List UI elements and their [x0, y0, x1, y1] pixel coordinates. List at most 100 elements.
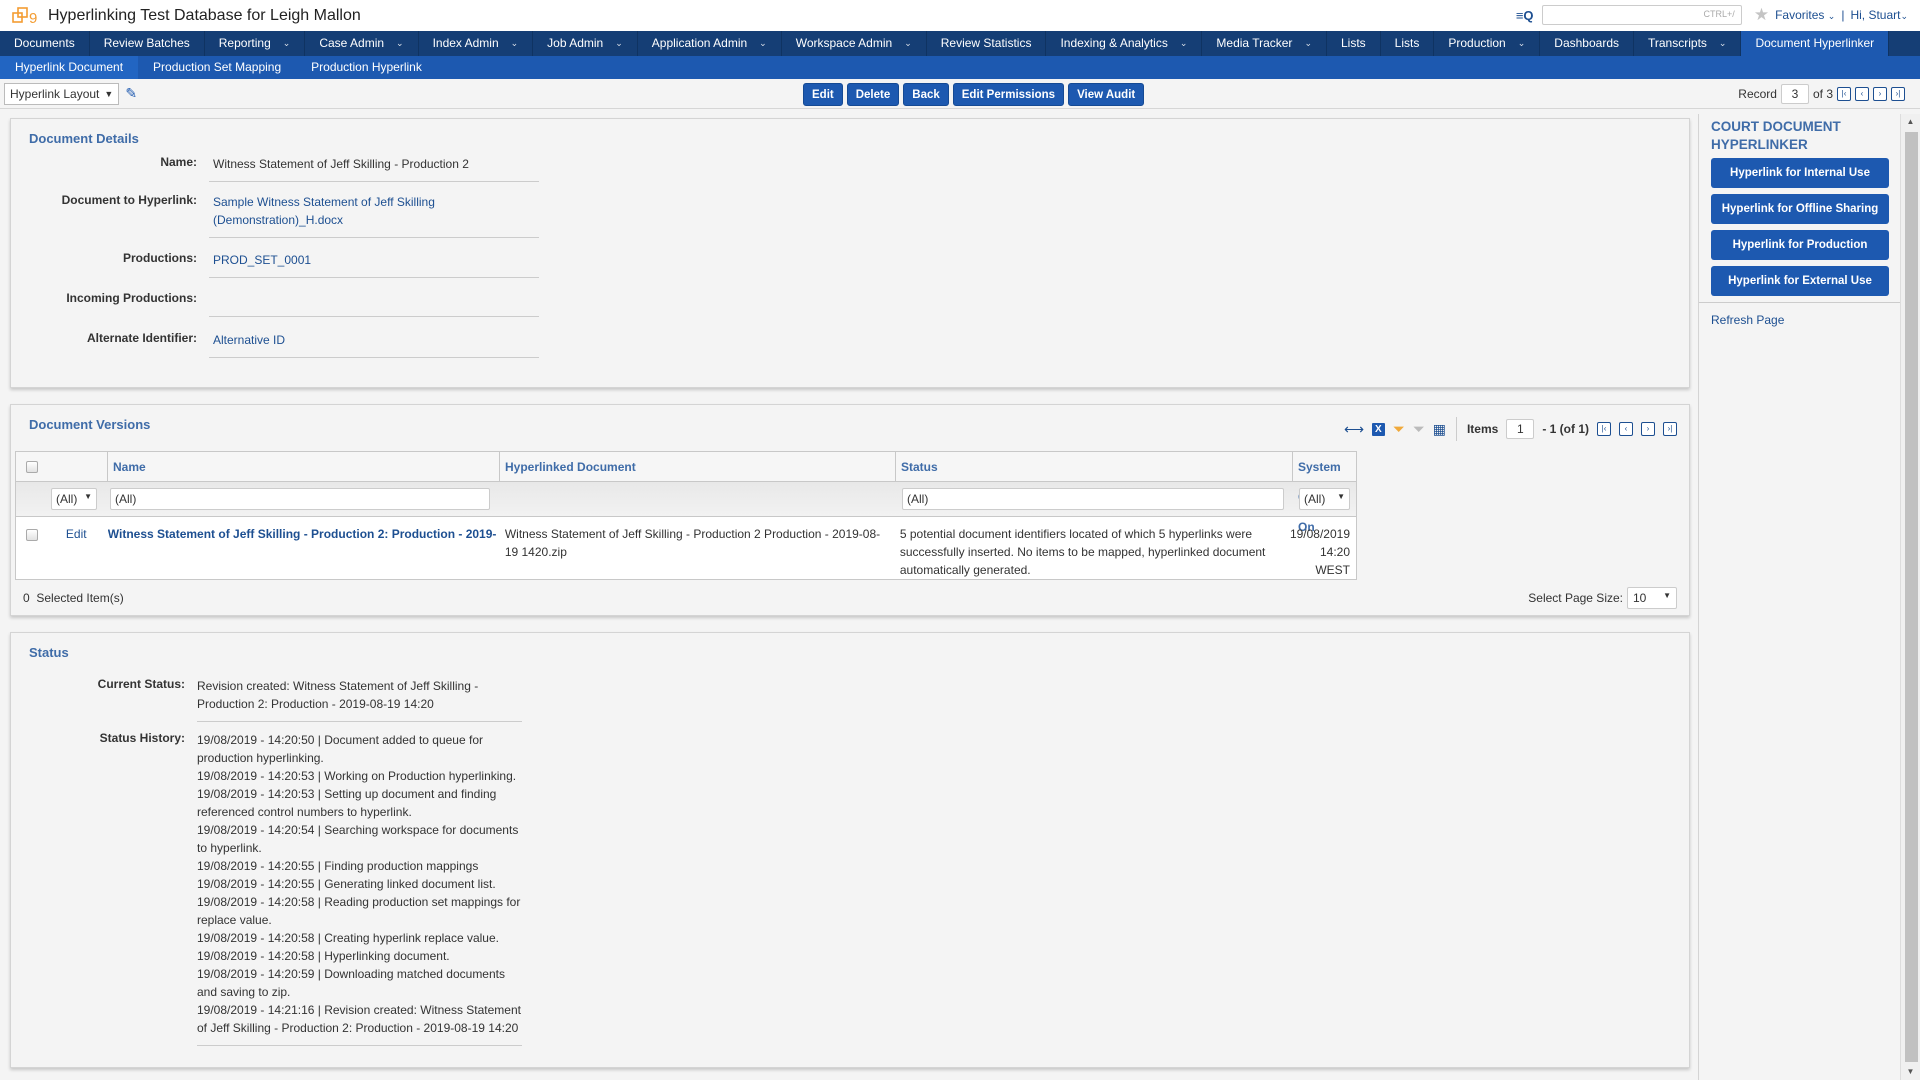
- chevron-down-icon: ⌄: [282, 38, 291, 48]
- document-details-title: Document Details: [29, 131, 139, 146]
- edit-permissions-button[interactable]: Edit Permissions: [952, 83, 1065, 106]
- content-area: Document Details Name: Witness Statement …: [0, 114, 1700, 1080]
- nav-tab-documents[interactable]: Documents: [0, 31, 90, 56]
- nav-tab-lists[interactable]: Lists: [1381, 31, 1435, 56]
- dropdown-arrow-icon: ▼: [1337, 492, 1345, 501]
- scroll-down-arrow-icon[interactable]: ▼: [1901, 1064, 1920, 1080]
- chevron-down-icon: ⌄: [1179, 38, 1188, 48]
- back-button[interactable]: Back: [903, 83, 949, 106]
- nav-tab-indexing-analytics[interactable]: Indexing & Analytics ⌄: [1046, 31, 1203, 56]
- action-buttons: Edit Delete Back Edit Permissions View Audit: [803, 83, 1145, 106]
- detail-field-row: Alternate Identifier: Alternative ID: [11, 331, 539, 358]
- hyperlink-for-production-button[interactable]: Hyperlink for Production: [1711, 230, 1889, 260]
- scroll-thumb[interactable]: [1905, 132, 1918, 1062]
- first-page-button[interactable]: |‹: [1597, 422, 1611, 436]
- favorites-menu[interactable]: Favorites ⌄: [1775, 8, 1835, 22]
- sidebar-buttons: Hyperlink for Internal Use Hyperlink for …: [1699, 158, 1900, 296]
- detail-field-row: Document to Hyperlink: Sample Witness Sta…: [11, 193, 539, 238]
- nav-tab-review-statistics[interactable]: Review Statistics: [927, 31, 1047, 56]
- previous-record-button[interactable]: ‹: [1855, 87, 1869, 101]
- row-hyperlinked-document: Witness Statement of Jeff Skilling - Pro…: [504, 527, 881, 559]
- nav-tab-review-batches[interactable]: Review Batches: [90, 31, 205, 56]
- status-history-row: Status History: 19/08/2019 - 14:20:50 | …: [11, 731, 522, 1046]
- column-header-status[interactable]: Status: [896, 452, 1293, 481]
- filter-icon[interactable]: ⏷: [1393, 421, 1405, 438]
- nav-tab-application-admin[interactable]: Application Admin ⌄: [638, 31, 782, 56]
- column-header-system-created-on[interactable]: System Created On: [1293, 452, 1356, 534]
- grid-columns-icon[interactable]: ▦: [1433, 421, 1446, 438]
- nav-tab-media-tracker[interactable]: Media Tracker ⌄: [1202, 31, 1327, 56]
- first-record-button[interactable]: |‹: [1837, 87, 1851, 101]
- row-name-link[interactable]: Witness Statement of Jeff Skilling - Pro…: [108, 525, 499, 579]
- hyperlink-for-internal-use-button[interactable]: Hyperlink for Internal Use: [1711, 158, 1889, 188]
- column-header-hyperlinked-document[interactable]: Hyperlinked Document: [500, 452, 896, 481]
- created-on-filter-select[interactable]: (All) ▼: [1299, 488, 1350, 510]
- delete-button[interactable]: Delete: [846, 83, 900, 106]
- favorites-label: Favorites: [1775, 8, 1825, 22]
- detail-field-value[interactable]: Alternative ID: [209, 331, 539, 358]
- user-menu[interactable]: Hi, Stuart⌄: [1850, 8, 1908, 22]
- page-size-select[interactable]: 10 ▼: [1627, 587, 1677, 609]
- status-history-entry: 19/08/2019 - 14:20:58 | Creating hyperli…: [197, 931, 499, 945]
- hyperlink-for-external-use-button[interactable]: Hyperlink for External Use: [1711, 266, 1889, 296]
- expand-width-icon[interactable]: ⟷: [1344, 421, 1364, 438]
- edit-button[interactable]: Edit: [803, 83, 843, 106]
- clear-filter-icon[interactable]: ⏷: [1413, 421, 1425, 438]
- page-size-label: Select Page Size:: [1528, 591, 1623, 605]
- dropdown-arrow-icon: ▼: [84, 492, 92, 501]
- record-navigator: Record 3 of 3 |‹ ‹ › ›|: [1738, 84, 1905, 104]
- current-status-row: Current Status: Revision created: Witnes…: [11, 677, 522, 722]
- nav-tab-reporting[interactable]: Reporting ⌄: [205, 31, 306, 56]
- next-record-button[interactable]: ›: [1873, 87, 1887, 101]
- subnav-tab-hyperlink-document[interactable]: Hyperlink Document: [0, 56, 139, 79]
- last-page-button[interactable]: ›|: [1663, 422, 1677, 436]
- refresh-page-link[interactable]: Refresh Page: [1699, 303, 1900, 337]
- next-page-button[interactable]: ›: [1641, 422, 1655, 436]
- row-checkbox[interactable]: [26, 529, 38, 541]
- page-size-value: 10: [1633, 591, 1647, 605]
- nav-tab-job-admin[interactable]: Job Admin ⌄: [533, 31, 638, 56]
- global-search-input[interactable]: CTRL+/: [1541, 5, 1742, 25]
- detail-field-value[interactable]: PROD_SET_0001: [209, 251, 539, 278]
- nav-tab-workspace-admin[interactable]: Workspace Admin ⌄: [782, 31, 927, 56]
- select-all-checkbox[interactable]: [26, 460, 38, 473]
- detail-field-value[interactable]: Sample Witness Statement of Jeff Skillin…: [209, 193, 539, 238]
- separator: |: [1841, 8, 1845, 22]
- nav-tab-document-hyperlinker[interactable]: Document Hyperlinker: [1741, 31, 1890, 56]
- search-icon[interactable]: ≡Q: [1516, 8, 1536, 23]
- nav-tab-lists[interactable]: Lists: [1327, 31, 1381, 56]
- previous-page-button[interactable]: ‹: [1619, 422, 1633, 436]
- nav-tab-production[interactable]: Production ⌄: [1434, 31, 1541, 56]
- row-edit-link[interactable]: Edit: [66, 525, 108, 579]
- status-history-entry: 19/08/2019 - 14:20:53 | Setting up docum…: [197, 787, 497, 819]
- nav-tab-case-admin[interactable]: Case Admin ⌄: [305, 31, 419, 56]
- selected-items-count: 0 Selected Item(s): [23, 591, 124, 605]
- hyperlink-for-offline-sharing-button[interactable]: Hyperlink for Offline Sharing: [1711, 194, 1889, 224]
- vertical-scrollbar[interactable]: ▲ ▼: [1900, 114, 1920, 1080]
- name-filter-cell: (All): [108, 488, 500, 510]
- nav-tab-label: Media Tracker: [1216, 36, 1293, 50]
- star-icon[interactable]: ★: [1754, 5, 1769, 25]
- column-header-name[interactable]: Name: [108, 452, 500, 481]
- edit-filter-cell: (All) ▼: [16, 488, 108, 510]
- subnav-tab-production-set-mapping[interactable]: Production Set Mapping: [138, 56, 296, 79]
- name-filter-input[interactable]: (All): [110, 488, 490, 510]
- nav-tab-index-admin[interactable]: Index Admin ⌄: [419, 31, 534, 56]
- court-document-hyperlinker-sidebar: COURT DOCUMENT HYPERLINKER Hyperlink for…: [1698, 114, 1900, 1080]
- scroll-up-arrow-icon[interactable]: ▲: [1901, 114, 1920, 130]
- layout-select[interactable]: Hyperlink Layout ▼: [4, 82, 120, 105]
- items-page-input[interactable]: 1: [1506, 419, 1535, 439]
- status-filter-input[interactable]: (All): [902, 488, 1284, 510]
- record-number-input[interactable]: 3: [1780, 84, 1809, 104]
- nav-tab-dashboards[interactable]: Dashboards: [1540, 31, 1634, 56]
- document-details-panel: Document Details Name: Witness Statement …: [10, 118, 1690, 388]
- dropdown-arrow-icon: ▼: [104, 88, 114, 99]
- nav-tab-transcripts[interactable]: Transcripts ⌄: [1634, 31, 1742, 56]
- edit-filter-select[interactable]: (All) ▼: [51, 488, 97, 510]
- last-record-button[interactable]: ›|: [1891, 87, 1905, 101]
- edit-layout-pencil-icon[interactable]: ✎: [125, 85, 137, 102]
- view-audit-button[interactable]: View Audit: [1068, 83, 1145, 106]
- excel-export-icon[interactable]: X: [1372, 422, 1385, 436]
- status-history-label: Status History:: [99, 731, 185, 745]
- subnav-tab-production-hyperlink[interactable]: Production Hyperlink: [296, 56, 437, 79]
